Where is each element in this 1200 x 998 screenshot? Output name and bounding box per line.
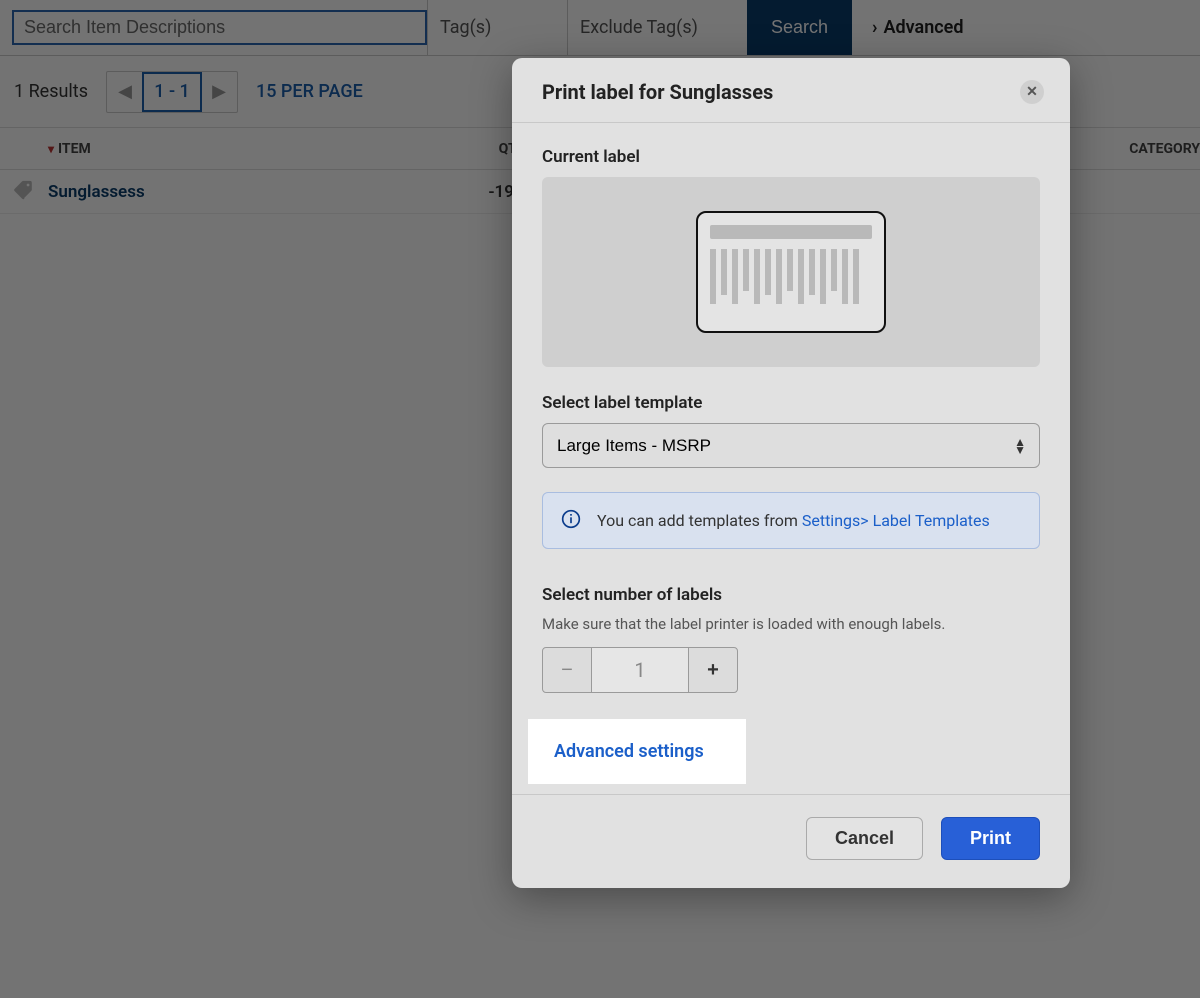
qty-value[interactable]: 1 <box>592 647 688 693</box>
qty-decrement-button[interactable]: − <box>542 647 592 693</box>
current-label-heading: Current label <box>542 147 1040 167</box>
minus-icon: − <box>561 659 573 682</box>
modal-body: Current label Select label template Larg… <box>512 123 1070 784</box>
cancel-button[interactable]: Cancel <box>806 817 923 860</box>
modal-title: Print label for Sunglasses <box>542 80 773 104</box>
advanced-settings-link[interactable]: Advanced settings <box>554 741 704 762</box>
close-button[interactable]: ✕ <box>1020 80 1044 104</box>
info-text: You can add templates from Settings> Lab… <box>597 509 990 532</box>
plus-icon: + <box>707 659 719 682</box>
template-select-wrap: Large Items - MSRP ▲▼ <box>542 423 1040 468</box>
info-banner: You can add templates from Settings> Lab… <box>542 492 1040 549</box>
advanced-settings-highlight: Advanced settings <box>528 719 746 784</box>
qty-increment-button[interactable]: + <box>688 647 738 693</box>
select-template-heading: Select label template <box>542 393 1040 413</box>
close-icon: ✕ <box>1026 84 1038 100</box>
number-labels-heading: Select number of labels <box>542 585 1040 605</box>
print-label-modal: Print label for Sunglasses ✕ Current lab… <box>512 58 1070 888</box>
barcode-icon <box>696 211 886 333</box>
modal-footer: Cancel Print <box>512 794 1070 888</box>
number-labels-subtext: Make sure that the label printer is load… <box>542 615 1040 633</box>
template-select[interactable]: Large Items - MSRP <box>542 423 1040 468</box>
info-icon <box>561 509 581 532</box>
print-button[interactable]: Print <box>941 817 1040 860</box>
quantity-stepper: − 1 + <box>542 647 1040 693</box>
modal-header: Print label for Sunglasses ✕ <box>512 58 1070 123</box>
label-preview <box>542 177 1040 367</box>
settings-templates-link[interactable]: Settings> Label Templates <box>802 511 990 530</box>
